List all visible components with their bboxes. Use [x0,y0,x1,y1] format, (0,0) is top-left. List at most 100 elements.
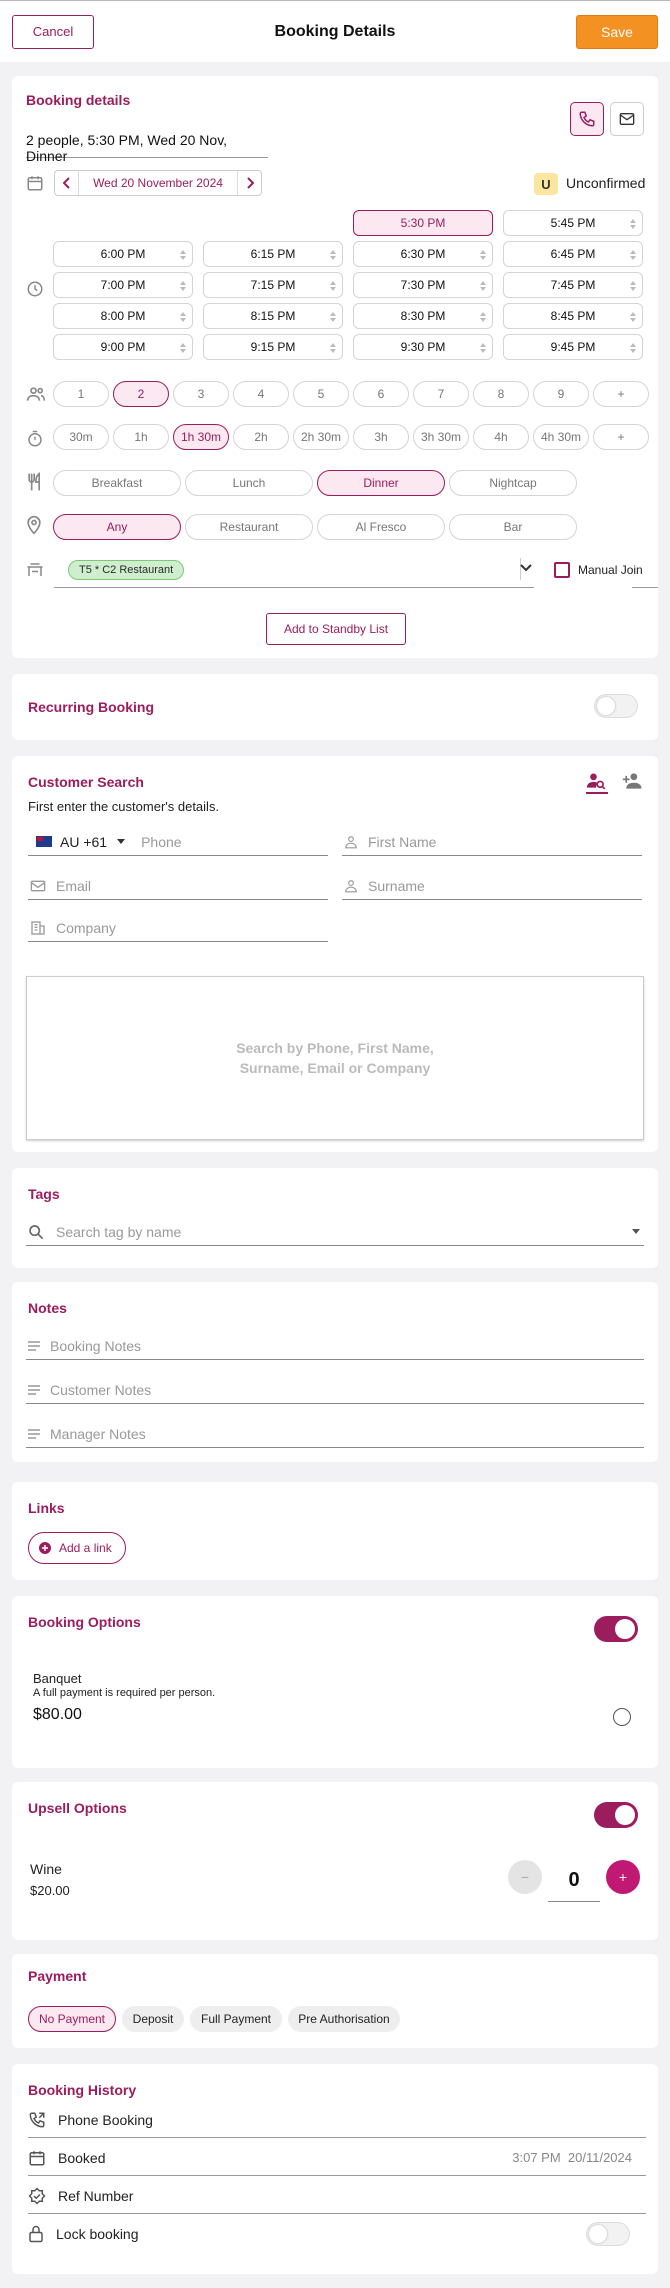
party-size-option[interactable]: 7 [413,381,469,407]
service-option[interactable]: Breakfast [53,470,181,496]
date-label[interactable]: Wed 20 November 2024 [79,176,237,190]
save-button[interactable]: Save [576,14,658,49]
tag-search-placeholder: Search tag by name [56,1223,182,1240]
time-slot[interactable]: 8:45 PM [503,303,643,329]
surname-field[interactable]: Surname [342,872,642,900]
area-option[interactable]: Restaurant [185,514,313,540]
area-option[interactable]: Any [53,514,181,540]
service-option[interactable]: Nightcap [449,470,577,496]
time-slot[interactable]: 8:00 PM [53,303,193,329]
area-option[interactable]: Al Fresco [317,514,445,540]
upsell-qty[interactable]: 0 [548,1860,600,1902]
email-channel-button[interactable] [610,102,644,136]
duration-option[interactable]: 2h [233,424,289,450]
country-code[interactable]: AU +61 [60,834,107,850]
time-slot[interactable]: 5:45 PM [503,210,643,236]
manager-notes-field[interactable]: Manager Notes [26,1420,644,1448]
upsell-toggle[interactable] [594,1802,638,1828]
time-slot[interactable]: 6:45 PM [503,241,643,267]
chevron-down-icon[interactable] [520,564,532,572]
payment-option[interactable]: Pre Authorisation [288,2006,400,2032]
party-size-option[interactable]: 4 [233,381,289,407]
recurring-booking-card: Recurring Booking [12,674,658,740]
booking-summary: 2 people, 5:30 PM, Wed 20 Nov, Dinner [26,132,268,164]
time-slot[interactable]: 6:00 PM [53,241,193,267]
caret-down-icon[interactable] [117,839,126,844]
add-link-button[interactable]: Add a link [28,1532,126,1564]
party-size-option[interactable]: 5 [293,381,349,407]
party-size-option[interactable]: 8 [473,381,529,407]
add-customer-tab[interactable] [622,772,644,790]
booking-notes-field[interactable]: Booking Notes [26,1332,644,1360]
add-to-standby-button[interactable]: Add to Standby List [266,613,406,645]
time-slot[interactable]: 6:15 PM [203,241,343,267]
next-date-button[interactable] [237,171,261,195]
duration-option[interactable]: 3h [353,424,409,450]
stepper-arrows-icon [180,312,186,322]
time-slot[interactable]: 6:30 PM [353,241,493,267]
cancel-button[interactable]: Cancel [12,14,94,49]
booking-options-toggle[interactable] [594,1616,638,1642]
phone-field[interactable]: AU +61 Phone [28,828,328,856]
time-slot[interactable]: 9:45 PM [503,334,643,360]
increase-qty-button[interactable]: + [606,1860,640,1894]
time-slot[interactable]: 7:30 PM [353,272,493,298]
party-size-option[interactable]: 1 [53,381,109,407]
payment-title: Payment [28,1968,87,1984]
decrease-qty-button[interactable]: − [508,1860,542,1894]
search-customer-tab[interactable] [586,772,608,794]
page-title: Booking Details [274,22,396,40]
time-slot[interactable]: 7:15 PM [203,272,343,298]
tags-title: Tags [28,1186,60,1202]
time-slot[interactable]: 9:30 PM [353,334,493,360]
customer-notes-field[interactable]: Customer Notes [26,1376,644,1404]
service-option[interactable]: Lunch [185,470,313,496]
phone-channel-button[interactable] [570,102,604,136]
party-size-option[interactable]: 3 [173,381,229,407]
first-name-placeholder: First Name [368,833,437,850]
payment-option[interactable]: Deposit [122,2006,184,2032]
time-slot[interactable]: 9:15 PM [203,334,343,360]
timer-icon [26,430,44,448]
party-size-option[interactable]: 9 [533,381,589,407]
duration-option[interactable]: + [593,424,649,450]
payment-option[interactable]: No Payment [28,2006,116,2032]
time-slot[interactable]: 8:30 PM [353,303,493,329]
option-radio[interactable] [613,1708,631,1726]
status-label[interactable]: Unconfirmed [566,175,645,191]
building-icon [30,920,46,936]
recurring-toggle[interactable] [594,694,638,718]
area-option[interactable]: Bar [449,514,577,540]
caret-down-icon[interactable] [632,1229,640,1234]
tag-search-input[interactable]: Search tag by name [26,1218,644,1246]
party-size-option[interactable]: 2 [113,381,169,407]
time-slot[interactable]: 5:30 PM [353,210,493,236]
duration-option[interactable]: 1h [113,424,169,450]
service-option[interactable]: Dinner [317,470,445,496]
time-slot[interactable]: 8:15 PM [203,303,343,329]
table-tag[interactable]: T5 * C2 Restaurant [68,560,185,580]
table-select[interactable]: T5 * C2 Restaurant [54,554,534,588]
company-field[interactable]: Company [28,914,328,942]
search-hint: Search by Phone, First Name, Surname, Em… [236,1040,434,1076]
time-slot[interactable]: 9:00 PM [53,334,193,360]
duration-option[interactable]: 3h 30m [413,424,469,450]
prev-date-button[interactable] [55,171,79,195]
time-slot[interactable]: 7:00 PM [53,272,193,298]
time-slot[interactable]: 7:45 PM [503,272,643,298]
duration-option[interactable]: 1h 30m [173,424,229,450]
duration-option[interactable]: 30m [53,424,109,450]
first-name-field[interactable]: First Name [342,828,642,856]
party-size-option[interactable]: + [593,381,649,407]
history-booked-label: Booked [58,2149,106,2166]
manual-join-checkbox[interactable] [554,562,570,578]
duration-option[interactable]: 2h 30m [293,424,349,450]
lock-booking-toggle[interactable] [586,2222,630,2246]
booking-notes-placeholder: Booking Notes [50,1337,142,1354]
phone-placeholder: Phone [141,833,182,850]
duration-option[interactable]: 4h [473,424,529,450]
duration-option[interactable]: 4h 30m [533,424,589,450]
party-size-option[interactable]: 6 [353,381,409,407]
payment-option[interactable]: Full Payment [190,2006,282,2032]
email-field[interactable]: Email [28,872,328,900]
